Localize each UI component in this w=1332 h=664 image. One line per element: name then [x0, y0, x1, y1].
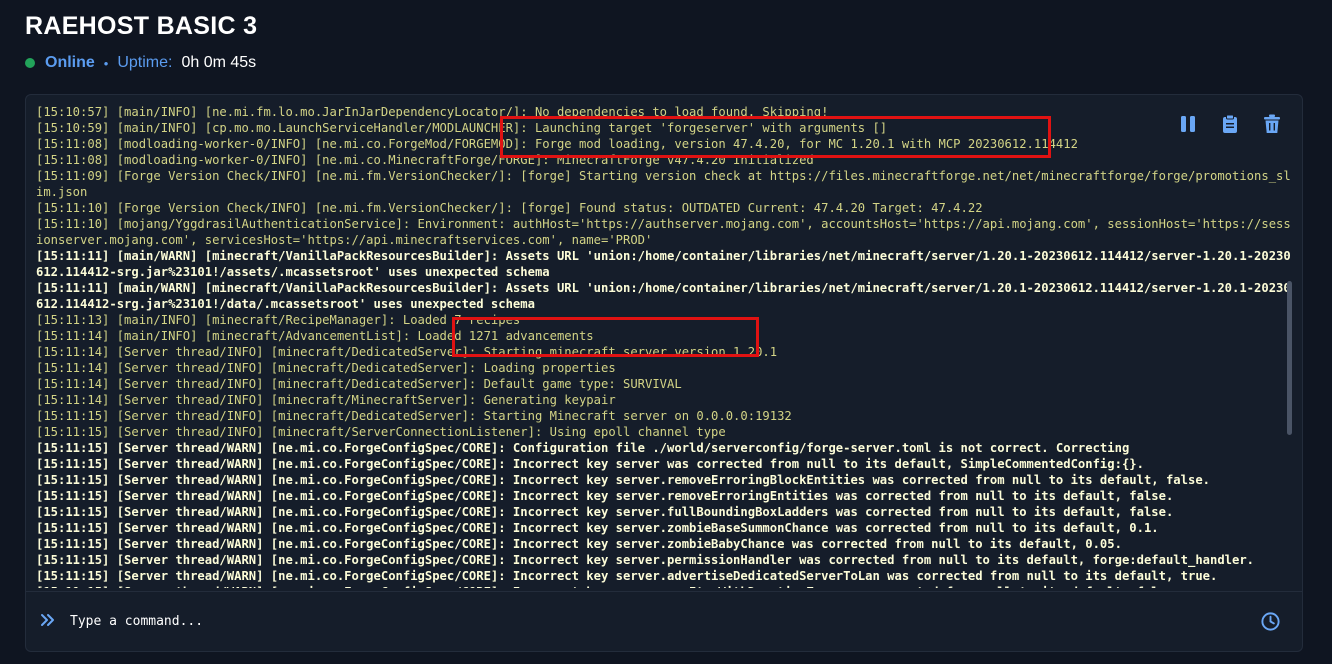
log-line: [15:11:15] [Server thread/WARN] [ne.mi.c…	[36, 521, 1159, 535]
clear-button[interactable]	[1261, 113, 1282, 134]
command-bar	[26, 591, 1302, 651]
log-line: [15:11:15] [Server thread/WARN] [ne.mi.c…	[36, 441, 1130, 455]
log-line: [15:11:15] [Server thread/WARN] [ne.mi.c…	[36, 537, 1122, 551]
copy-button[interactable]	[1219, 113, 1240, 134]
log-line: [15:11:10] [Forge Version Check/INFO] [n…	[36, 201, 983, 215]
console-scrollbar[interactable]	[1287, 281, 1292, 435]
console-log[interactable]: [15:10:57] [main/INFO] [ne.mi.fm.lo.mo.J…	[36, 104, 1294, 588]
log-line: [15:10:59] [main/INFO] [cp.mo.mo.LaunchS…	[36, 121, 888, 135]
online-status-dot	[25, 58, 35, 68]
log-line: [15:10:57] [main/INFO] [ne.mi.fm.lo.mo.J…	[36, 105, 829, 119]
log-line: [15:11:11] [main/WARN] [minecraft/Vanill…	[36, 249, 1291, 279]
server-title: RAEHOST BASIC 3	[25, 12, 258, 40]
log-line: [15:11:14] [Server thread/INFO] [minecra…	[36, 377, 682, 391]
log-line: [15:11:15] [Server thread/WARN] [ne.mi.c…	[36, 457, 1144, 471]
log-line: [15:11:08] [modloading-worker-0/INFO] [n…	[36, 137, 1078, 151]
uptime-value: 0h 0m 45s	[181, 54, 257, 71]
log-line: [15:11:15] [Server thread/WARN] [ne.mi.c…	[36, 569, 1218, 583]
log-line: [15:11:13] [main/INFO] [minecraft/Recipe…	[36, 313, 521, 327]
log-line: [15:11:11] [main/WARN] [minecraft/Vanill…	[36, 281, 1291, 311]
log-line: [15:11:15] [Server thread/WARN] [ne.mi.c…	[36, 584, 1294, 588]
log-line: [15:11:15] [Server thread/INFO] [minecra…	[36, 425, 726, 439]
log-line: [15:11:14] [Server thread/INFO] [minecra…	[36, 345, 778, 359]
log-line: [15:11:15] [Server thread/WARN] [ne.mi.c…	[36, 505, 1174, 519]
log-line: [15:11:08] [modloading-worker-0/INFO] [n…	[36, 153, 814, 167]
status-bar: Online • Uptime: 0h 0m 45s	[25, 54, 256, 72]
double-chevron-right-icon	[41, 614, 54, 626]
log-line: [15:11:14] [Server thread/INFO] [minecra…	[36, 361, 616, 375]
status-text: Online	[45, 54, 95, 71]
log-line: [15:11:15] [Server thread/WARN] [ne.mi.c…	[36, 473, 1210, 487]
console-actions	[1177, 113, 1282, 134]
pause-icon	[1180, 115, 1195, 132]
log-line: [15:11:09] [Forge Version Check/INFO] [n…	[36, 169, 1291, 199]
log-line: [15:11:14] [Server thread/INFO] [minecra…	[36, 393, 616, 407]
uptime-label: Uptime:	[117, 54, 173, 71]
pause-button[interactable]	[1177, 113, 1198, 134]
status-separator: •	[103, 55, 109, 71]
log-line: [15:11:15] [Server thread/WARN] [ne.mi.c…	[36, 489, 1174, 503]
log-line: [15:11:10] [mojang/YggdrasilAuthenticati…	[36, 217, 1291, 247]
log-line: [15:11:14] [main/INFO] [minecraft/Advanc…	[36, 329, 594, 343]
clipboard-icon	[1222, 114, 1237, 133]
log-line: [15:11:15] [Server thread/WARN] [ne.mi.c…	[36, 553, 1255, 567]
command-input[interactable]	[70, 608, 1230, 634]
log-line: [15:11:15] [Server thread/INFO] [minecra…	[36, 409, 792, 423]
trash-icon	[1263, 114, 1280, 133]
console-panel: [15:10:57] [main/INFO] [ne.mi.fm.lo.mo.J…	[25, 94, 1303, 652]
clock-icon[interactable]	[1260, 611, 1281, 632]
